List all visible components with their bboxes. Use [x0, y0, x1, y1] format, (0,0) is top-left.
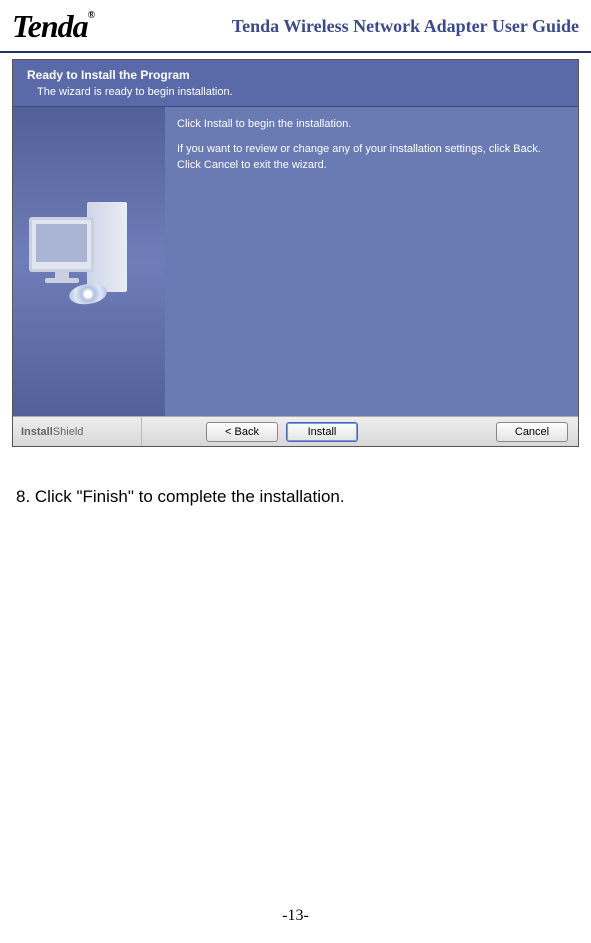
document-header: Tenda® Tenda Wireless Network Adapter Us…: [0, 0, 591, 53]
tenda-logo: Tenda®: [12, 8, 94, 45]
installer-window: Ready to Install the Program The wizard …: [12, 59, 579, 447]
installshield-brand: InstallShield: [13, 426, 141, 438]
footer-buttons-area: < Back Install Cancel: [157, 422, 578, 442]
installer-body: Click Install to begin the installation.…: [13, 107, 578, 416]
page-number: -13-: [0, 907, 591, 925]
content-line-1: Click Install to begin the installation.: [177, 117, 566, 132]
installer-header: Ready to Install the Program The wizard …: [13, 60, 578, 107]
installer-subtitle: The wizard is ready to begin installatio…: [27, 86, 568, 98]
brand-install: Install: [21, 426, 53, 438]
trademark-symbol: ®: [88, 10, 94, 21]
monitor-base-icon: [45, 278, 79, 283]
installer-content: Click Install to begin the installation.…: [165, 107, 578, 416]
monitor-screen-icon: [36, 224, 87, 262]
footer-divider: [141, 417, 157, 446]
guide-title: Tenda Wireless Network Adapter User Guid…: [232, 16, 579, 37]
back-button[interactable]: < Back: [206, 422, 278, 442]
logo-text: Tenda: [12, 8, 88, 44]
brand-shield: Shield: [53, 426, 84, 438]
step-instruction: 8. Click "Finish" to complete the instal…: [16, 487, 575, 507]
monitor-icon: [29, 217, 94, 272]
installer-sidebar: [13, 107, 165, 416]
content-line-2: If you want to review or change any of y…: [177, 142, 566, 173]
install-button[interactable]: Install: [286, 422, 358, 442]
installer-footer: InstallShield < Back Install Cancel: [13, 416, 578, 446]
computer-graphic: [29, 192, 149, 332]
cancel-button[interactable]: Cancel: [496, 422, 568, 442]
installer-title: Ready to Install the Program: [27, 68, 568, 82]
